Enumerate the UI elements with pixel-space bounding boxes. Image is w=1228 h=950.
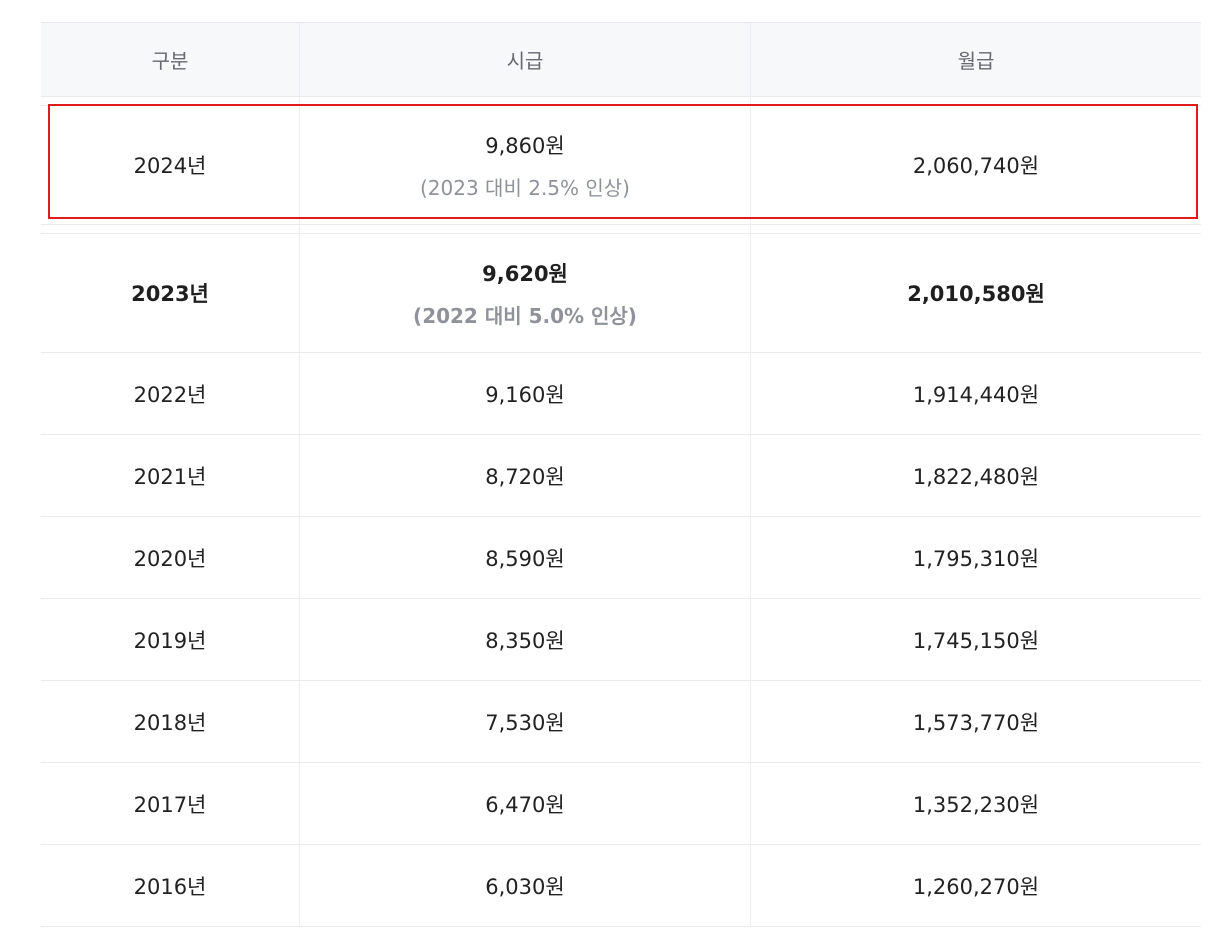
year-cell: 2020년 <box>133 546 207 571</box>
header-monthly-wage: 월급 <box>750 23 1201 96</box>
hourly-wage-cell: 9,860원 (2023 대비 2.5% 인상) <box>299 106 750 224</box>
table-spacer-row <box>41 225 1201 234</box>
table-spacer-row <box>41 97 1201 106</box>
monthly-wage-cell: 1,745,150원 <box>750 599 1201 680</box>
hourly-wage-cell: 7,530원 <box>299 681 750 762</box>
monthly-wage-cell: 1,352,230원 <box>750 763 1201 844</box>
monthly-wage-cell: 1,573,770원 <box>750 681 1201 762</box>
table-row: 2019년 8,350원 1,745,150원 <box>41 599 1201 681</box>
spacer-cell <box>299 97 750 105</box>
monthly-wage-cell: 1,914,440원 <box>750 353 1201 434</box>
spacer-cell <box>750 97 1201 105</box>
hourly-wage-cell: 8,350원 <box>299 599 750 680</box>
table-row: 2018년 7,530원 1,573,770원 <box>41 681 1201 763</box>
year-cell: 2019년 <box>133 628 207 653</box>
increase-note: (2023 대비 2.5% 인상) <box>420 175 630 200</box>
hourly-wage-cell: 8,720원 <box>299 435 750 516</box>
year-cell: 2024년 <box>133 154 207 178</box>
year-cell: 2018년 <box>133 710 207 735</box>
table-row-2024: 2024년 9,860원 (2023 대비 2.5% 인상) 2,060,740… <box>41 106 1201 225</box>
hourly-wage-cell: 6,030원 <box>299 845 750 926</box>
year-cell: 2017년 <box>133 792 207 817</box>
year-cell: 2022년 <box>133 382 207 407</box>
monthly-wage-cell: 1,795,310원 <box>750 517 1201 598</box>
header-hourly-wage: 시급 <box>299 23 750 96</box>
table-row: 2022년 9,160원 1,914,440원 <box>41 353 1201 435</box>
year-cell: 2021년 <box>133 464 207 489</box>
table-row: 2020년 8,590원 1,795,310원 <box>41 517 1201 599</box>
hourly-wage-value: 9,860원 <box>485 133 565 158</box>
monthly-wage-cell: 1,822,480원 <box>750 435 1201 516</box>
hourly-wage-cell: 9,620원 (2022 대비 5.0% 인상) <box>299 234 750 352</box>
hourly-wage-cell: 9,160원 <box>299 353 750 434</box>
increase-note: (2022 대비 5.0% 인상) <box>413 303 637 328</box>
spacer-cell <box>41 97 299 105</box>
year-cell: 2016년 <box>133 874 207 899</box>
table-header-row: 구분 시급 월급 <box>41 23 1201 97</box>
spacer-cell <box>299 225 750 233</box>
monthly-wage-cell: 1,260,270원 <box>750 845 1201 926</box>
table-row: 2017년 6,470원 1,352,230원 <box>41 763 1201 845</box>
year-cell: 2023년 <box>131 282 209 306</box>
hourly-wage-cell: 8,590원 <box>299 517 750 598</box>
table-row-2023: 2023년 9,620원 (2022 대비 5.0% 인상) 2,010,580… <box>41 234 1201 353</box>
table-row: 2021년 8,720원 1,822,480원 <box>41 435 1201 517</box>
hourly-wage-value: 9,620원 <box>482 261 568 286</box>
spacer-cell <box>750 225 1201 233</box>
monthly-wage-cell: 2,010,580원 <box>750 234 1201 352</box>
header-category: 구분 <box>151 49 189 73</box>
spacer-cell <box>41 225 299 233</box>
minimum-wage-table: 구분 시급 월급 2024년 9,860원 (2023 대비 2.5% 인상) … <box>41 22 1201 927</box>
hourly-wage-cell: 6,470원 <box>299 763 750 844</box>
table-row: 2016년 6,030원 1,260,270원 <box>41 845 1201 927</box>
monthly-wage-cell: 2,060,740원 <box>750 106 1201 224</box>
